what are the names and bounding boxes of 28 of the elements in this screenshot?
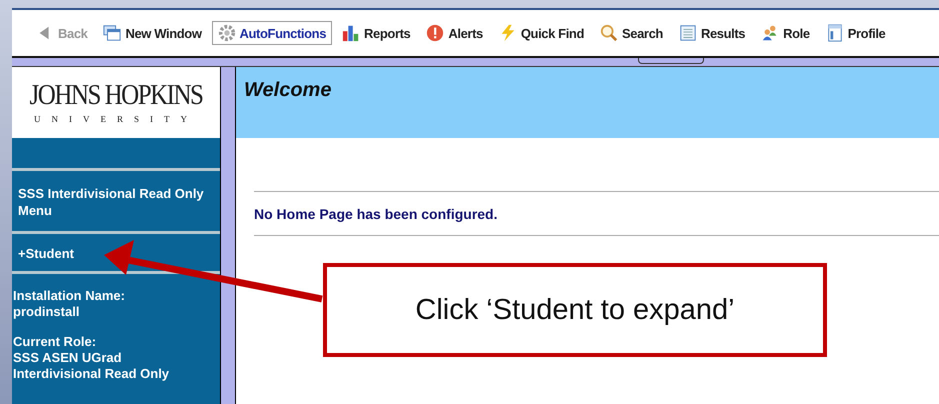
toolbar-button[interactable]: New Window [97,21,208,45]
toolbar-button[interactable]: AutoFunctions [212,21,332,45]
info-value: SSS ASEN UGrad Interdivisional Read Only [13,350,170,382]
toolbar-button[interactable]: Results [672,21,752,45]
callout-text: Click ‘Student to expand’ [415,294,735,326]
menu-link[interactable]: +Student [18,246,74,261]
alert-icon [426,24,444,42]
info-label: Installation Name: [13,288,126,304]
page-title: Welcome [244,79,332,101]
bar-chart-icon [342,24,360,42]
window-icon [103,24,122,42]
collapse-handle[interactable] [638,58,704,64]
info-label: Current Role: [13,334,98,350]
toolbar-button[interactable]: Quick Find [492,21,590,45]
menu-title: SSS Interdivisional Read Only Menu [18,185,205,219]
toolbar-button[interactable]: Reports [336,21,416,45]
university-logo: JOHNS HOPKINS UNIVERSITY [12,67,220,138]
profile-icon [826,24,844,42]
gear-icon [218,24,236,42]
toolbar-button[interactable]: Search [594,21,669,45]
toolbar-button[interactable]: Alerts [420,21,489,45]
splitter-bar[interactable] [221,67,236,404]
search-icon [600,24,618,42]
status-message: No Home Page has been configured. [254,206,498,222]
toolbar-button[interactable]: Profile [820,21,892,45]
info-value: prodinstall [13,304,80,320]
list-icon [678,24,697,42]
toolbar-button[interactable]: Role [755,21,816,45]
